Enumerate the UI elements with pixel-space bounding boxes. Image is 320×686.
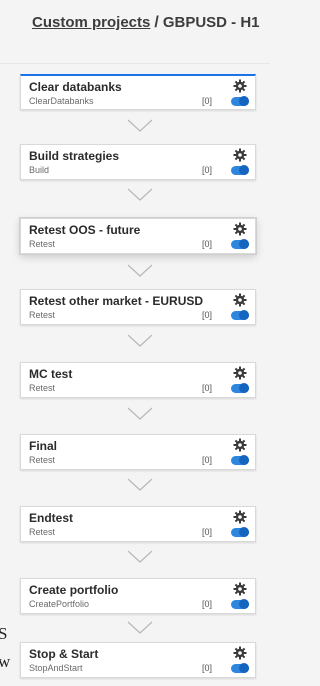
task-count: [0] bbox=[202, 96, 213, 106]
task-title: Create portfolio bbox=[29, 583, 119, 597]
task-count: [0] bbox=[202, 310, 213, 320]
task-card-clear-databanks[interactable]: Clear databanks ClearDatabanks [0] bbox=[20, 74, 256, 110]
task-type: CreatePortfolio bbox=[29, 599, 90, 609]
task-enabled-toggle[interactable] bbox=[231, 96, 249, 106]
gear-icon[interactable] bbox=[233, 510, 247, 524]
gear-icon[interactable] bbox=[233, 438, 247, 452]
gear-icon[interactable] bbox=[233, 293, 247, 307]
breadcrumb-separator: / bbox=[154, 14, 159, 31]
toggle-knob bbox=[239, 96, 249, 106]
task-enabled-toggle[interactable] bbox=[231, 383, 249, 393]
gear-icon[interactable] bbox=[233, 582, 247, 596]
task-title: MC test bbox=[29, 367, 73, 381]
toggle-knob bbox=[239, 239, 249, 249]
task-enabled-toggle[interactable] bbox=[231, 663, 249, 673]
task-title: Final bbox=[29, 439, 58, 453]
task-card-final[interactable]: Final Retest [0] bbox=[20, 434, 256, 470]
task-count: [0] bbox=[202, 599, 213, 609]
task-title: Endtest bbox=[29, 511, 74, 525]
gear-icon[interactable] bbox=[233, 222, 247, 236]
task-type: Retest bbox=[29, 527, 56, 537]
task-type: Retest bbox=[29, 455, 56, 465]
toggle-knob bbox=[239, 383, 249, 393]
task-card-retest-oos-future[interactable]: Retest OOS - future Retest [0] bbox=[20, 218, 256, 254]
chevron-down-icon bbox=[127, 621, 153, 634]
task-card-stop-and-start[interactable]: Stop & Start StopAndStart [0] bbox=[20, 642, 256, 678]
task-card-endtest[interactable]: Endtest Retest [0] bbox=[20, 506, 256, 542]
task-enabled-toggle[interactable] bbox=[231, 310, 249, 320]
toggle-knob bbox=[239, 663, 249, 673]
task-card-create-portfolio[interactable]: Create portfolio CreatePortfolio [0] bbox=[20, 578, 256, 614]
task-enabled-toggle[interactable] bbox=[231, 527, 249, 537]
task-count: [0] bbox=[202, 527, 213, 537]
toggle-knob bbox=[239, 599, 249, 609]
task-type: Retest bbox=[29, 310, 56, 320]
task-card-build-strategies[interactable]: Build strategies Build [0] bbox=[20, 144, 256, 180]
task-type: Retest bbox=[29, 383, 56, 393]
chevron-down-icon bbox=[127, 334, 153, 347]
task-title: Build strategies bbox=[29, 149, 120, 163]
task-title: Retest OOS - future bbox=[29, 223, 141, 237]
task-title: Clear databanks bbox=[29, 80, 122, 94]
task-count: [0] bbox=[202, 663, 213, 673]
task-card-retest-other-market[interactable]: Retest other market - EURUSD Retest [0] bbox=[20, 289, 256, 325]
chevron-down-icon bbox=[127, 550, 153, 563]
gear-icon[interactable] bbox=[233, 79, 247, 93]
clipped-text-fragment: S bbox=[0, 624, 8, 643]
chevron-down-icon bbox=[127, 407, 153, 420]
chevron-down-icon bbox=[127, 188, 153, 201]
toggle-knob bbox=[239, 165, 249, 175]
breadcrumb-link-custom-projects[interactable]: Custom projects bbox=[32, 14, 150, 31]
task-type: Build bbox=[29, 165, 50, 175]
toggle-knob bbox=[239, 455, 249, 465]
task-enabled-toggle[interactable] bbox=[231, 165, 249, 175]
task-title: Stop & Start bbox=[29, 647, 99, 661]
chevron-down-icon bbox=[127, 478, 153, 491]
task-flow-canvas: Clear databanks ClearDatabanks [0] Build… bbox=[0, 64, 270, 686]
breadcrumb: Custom projects / GBPUSD - H1 bbox=[0, 0, 270, 64]
task-count: [0] bbox=[202, 455, 213, 465]
task-card-mc-test[interactable]: MC test Retest [0] bbox=[20, 362, 256, 398]
task-count: [0] bbox=[202, 239, 213, 249]
task-type: StopAndStart bbox=[29, 663, 83, 673]
clipped-text-fragment: w bbox=[0, 652, 11, 671]
chevron-down-icon bbox=[127, 264, 153, 277]
task-count: [0] bbox=[202, 383, 213, 393]
breadcrumb-current-project: GBPUSD - H1 bbox=[162, 14, 260, 31]
gear-icon[interactable] bbox=[233, 646, 247, 660]
task-count: [0] bbox=[202, 165, 213, 175]
toggle-knob bbox=[239, 527, 249, 537]
task-title: Retest other market - EURUSD bbox=[29, 294, 204, 308]
task-enabled-toggle[interactable] bbox=[231, 599, 249, 609]
task-enabled-toggle[interactable] bbox=[231, 239, 249, 249]
gear-icon[interactable] bbox=[233, 148, 247, 162]
task-type: ClearDatabanks bbox=[29, 96, 94, 106]
toggle-knob bbox=[239, 310, 249, 320]
gear-icon[interactable] bbox=[233, 366, 247, 380]
breadcrumb-path: Custom projects / GBPUSD - H1 bbox=[32, 14, 260, 32]
task-enabled-toggle[interactable] bbox=[231, 455, 249, 465]
chevron-down-icon bbox=[127, 119, 153, 132]
task-type: Retest bbox=[29, 239, 56, 249]
